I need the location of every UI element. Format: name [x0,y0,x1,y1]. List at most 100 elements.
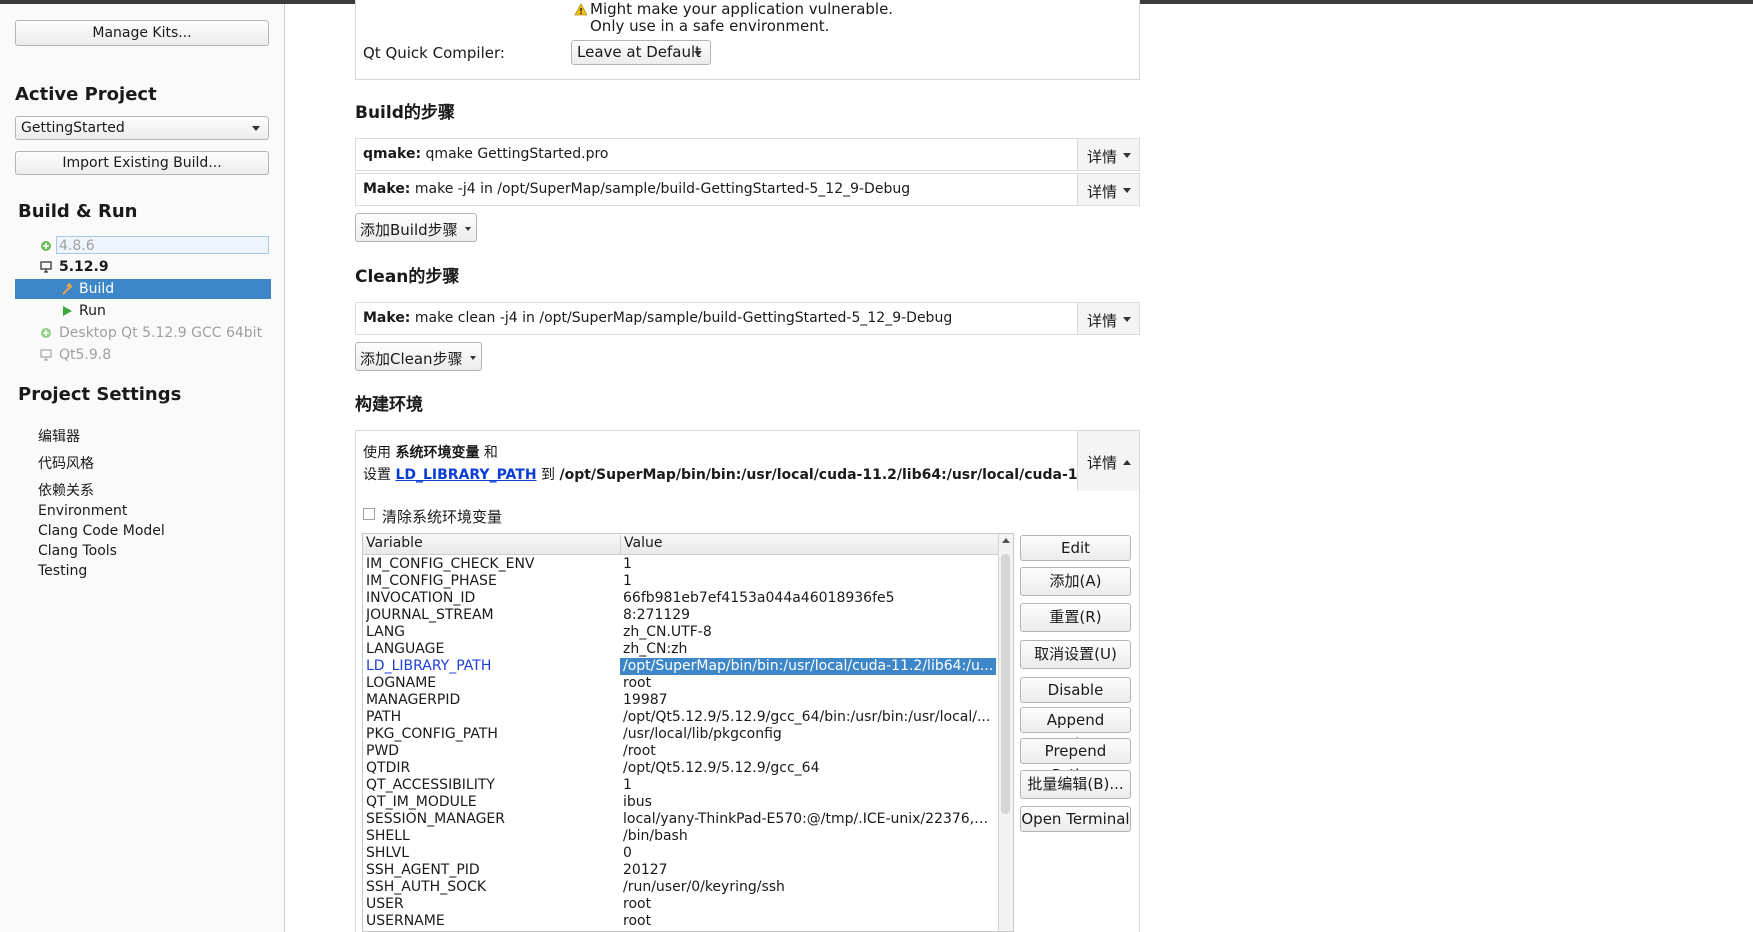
table-row[interactable]: LANGUAGE zh_CN:zh [363,641,999,658]
disable-button[interactable]: Disable [1020,677,1131,703]
project-selector[interactable]: GettingStarted [15,116,269,140]
play-icon [63,306,72,316]
active-project-heading: Active Project [15,84,157,105]
table-scrollbar[interactable] [998,534,1013,931]
variable-cell: QTDIR [366,760,411,776]
value-cell: local/yany-ThinkPad-E570:@/tmp/.ICE-unix… [623,811,996,827]
settings-environment[interactable]: Environment [38,503,127,519]
unset-button[interactable]: 取消设置(U) [1020,640,1131,669]
kit-4-8-6-label: 4.8.6 [56,236,269,254]
table-row[interactable]: IM_CONFIG_CHECK_ENV 1 [363,556,999,573]
summary-prefix: 使用 [363,445,391,461]
reset-button[interactable]: 重置(R) [1020,603,1131,632]
chevron-down-icon [1123,188,1131,193]
value-cell: 8:271129 [623,607,691,623]
table-row[interactable]: LD_LIBRARY_PATH/opt/SuperMap/bin/bin:/us… [363,658,999,675]
env-details-button[interactable]: 详情 [1077,431,1139,491]
qml-compiler-select[interactable]: Leave at Default [571,40,711,65]
step-detail: make -j4 in /opt/SuperMap/sample/build-G… [414,181,911,197]
monitor-settings-icon [40,349,52,361]
variable-cell: IM_CONFIG_CHECK_ENV [366,556,535,572]
kit-5-12-9[interactable]: 5.12.9 [15,257,271,277]
kit-desktop-qt[interactable]: Desktop Qt 5.12.9 GCC 64bit [15,323,271,343]
table-row[interactable]: QTDIR/opt/Qt5.12.9/5.12.9/gcc_64 [363,760,999,777]
settings-clang-code-model[interactable]: Clang Code Model [38,523,165,539]
qml-settings-panel: Might make your application vulnerable. … [355,0,1140,80]
table-row[interactable]: QT_IM_MODULE ibus [363,794,999,811]
kit-qt598[interactable]: Qt5.9.8 [15,345,271,365]
table-row[interactable]: QT_ACCESSIBILITY 1 [363,777,999,794]
col-variable[interactable]: Variable [366,535,423,551]
scrollbar-thumb[interactable] [1001,554,1010,814]
ld-library-path-link[interactable]: LD_LIBRARY_PATH [395,467,536,483]
table-row[interactable]: USER root [363,896,999,913]
variable-cell: QT_IM_MODULE [366,794,477,810]
step-name: Make: [363,181,411,197]
add-clean-step-button[interactable]: 添加Clean步骤 [355,342,482,371]
value-cell: 1 [623,556,632,572]
env-summary: 使用 系统环境变量 和 设置 LD_LIBRARY_PATH 到 /opt/Su… [356,431,1078,491]
import-existing-build-button[interactable]: Import Existing Build... [15,151,269,175]
value-cell: root [623,913,652,929]
monitor-icon [40,261,52,273]
clean-step-make[interactable]: Make: make clean -j4 in /opt/SuperMap/sa… [355,302,1140,335]
scroll-up-icon[interactable] [1002,537,1010,543]
prepend-path-button[interactable]: Prepend Path... [1020,738,1131,784]
kit-4-8-6[interactable]: 4.8.6 [15,236,271,256]
table-row[interactable]: JOURNAL_STREAM 8:271129 [363,607,999,624]
add-build-step-label: 添加Build步骤 [360,221,458,239]
details-button[interactable]: 详情 [1077,303,1139,334]
set-value: /opt/SuperMap/bin/bin:/usr/local/cuda-11… [559,467,1078,483]
settings-clang-tools[interactable]: Clang Tools [38,543,117,559]
tree-item-run[interactable]: Run [15,301,271,321]
build-step-qmake[interactable]: qmake: qmake GettingStarted.pro 详情 [355,138,1140,171]
table-row[interactable]: LANG zh_CN.UTF-8 [363,624,999,641]
variable-cell: PATH [366,709,402,725]
build-step-make[interactable]: Make: make -j4 in /opt/SuperMap/sample/b… [355,173,1140,206]
add-button[interactable]: 添加(A) [1020,567,1131,596]
variable-cell: QT_ACCESSIBILITY [366,777,495,793]
step-name: qmake: [363,146,422,162]
add-build-step-button[interactable]: 添加Build步骤 [355,213,477,242]
edit-button[interactable]: Edit [1020,535,1131,561]
kit-qt598-label: Qt5.9.8 [59,347,112,363]
settings-testing[interactable]: Testing [38,563,87,579]
settings-code-style[interactable]: 代码风格 [38,453,94,473]
hammer-icon [62,283,73,295]
variable-cell: LD_LIBRARY_PATH [366,658,492,674]
variable-cell: SSH_AUTH_SOCK [366,879,487,895]
table-row[interactable]: SHLVL 0 [363,845,999,862]
open-terminal-button[interactable]: Open Terminal [1020,806,1131,832]
table-row[interactable]: SSH_AUTH_SOCK/run/user/0/keyring/ssh [363,879,999,896]
variable-cell: LOGNAME [366,675,437,691]
variable-cell: INVOCATION_ID [366,590,476,606]
table-row[interactable]: USERNAME root [363,913,999,930]
step-detail: make clean -j4 in /opt/SuperMap/sample/b… [414,310,953,326]
details-button[interactable]: 详情 [1077,174,1139,205]
settings-editor[interactable]: 编辑器 [38,426,80,446]
checkbox-box[interactable] [363,508,375,520]
table-row[interactable]: INVOCATION_ID 66fb981eb7ef4153a044a460189… [363,590,999,607]
details-button[interactable]: 详情 [1077,139,1139,170]
table-row[interactable]: IM_CONFIG_PHASE 1 [363,573,999,590]
table-row[interactable]: PATH/opt/Qt5.12.9/5.12.9/gcc_64/bin:/usr… [363,709,999,726]
col-value[interactable]: Value [620,535,662,554]
settings-dependencies[interactable]: 依赖关系 [38,480,94,500]
table-row[interactable]: SHELL/bin/bash [363,828,999,845]
table-row[interactable]: LOGNAME root [363,675,999,692]
variable-cell: SHLVL [366,845,410,861]
append-path-button[interactable]: Append Path... [1020,707,1131,753]
clean-steps-heading: Clean的步骤 [355,267,460,287]
env-variables-table[interactable]: Variable Value IM_CONFIG_CHECK_ENV 1 IM_CO… [362,533,1014,932]
tree-item-build[interactable]: Build [15,279,271,299]
add-kit-icon [41,328,51,338]
table-row[interactable]: PWD/root [363,743,999,760]
table-row[interactable]: MANAGERPID 19987 [363,692,999,709]
add-clean-step-label: 添加Clean步骤 [360,350,463,368]
manage-kits-button[interactable]: Manage Kits... [15,20,269,46]
batch-edit-button[interactable]: 批量编辑(B)... [1020,770,1131,799]
table-row[interactable]: SESSION_MANAGER local/yany-ThinkPad-E570:… [363,811,999,828]
table-row[interactable]: SSH_AGENT_PID 20127 [363,862,999,879]
table-row[interactable]: PKG_CONFIG_PATH/usr/local/lib/pkgconfig [363,726,999,743]
sidebar: Manage Kits... Active Project GettingSta… [0,4,285,932]
